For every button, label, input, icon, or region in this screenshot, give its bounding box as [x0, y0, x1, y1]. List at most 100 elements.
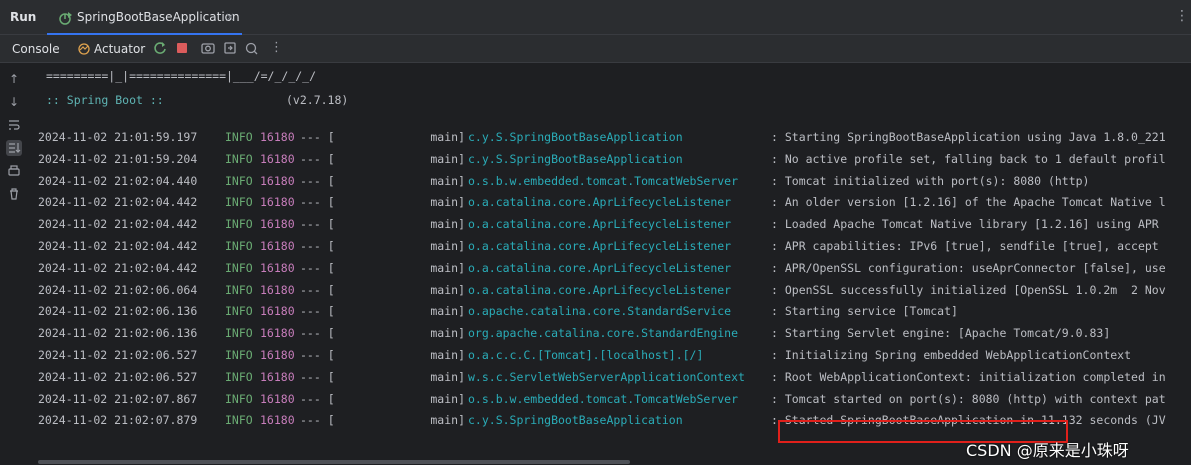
log-pid: 16180 [260, 173, 295, 188]
log-separator: --- [ [300, 195, 335, 210]
log-timestamp: 2024-11-02 21:02:06.527 [38, 369, 198, 384]
log-level: INFO [225, 348, 253, 362]
toolbar-more-icon[interactable]: ⋮ [270, 40, 283, 55]
tab-console[interactable]: Console [12, 42, 60, 56]
log-logger: c.y.S.SpringBootBaseApplication [468, 413, 683, 428]
log-separator: --- [ [300, 217, 335, 232]
horizontal-scrollbar[interactable] [38, 460, 630, 464]
log-message: : Starting SpringBootBaseApplication usi… [771, 130, 1166, 144]
log-logger: w.s.c.ServletWebServerApplicationContext [468, 369, 745, 384]
trash-icon[interactable] [6, 186, 22, 202]
log-pid: 16180 [260, 391, 295, 406]
rerun-icon[interactable] [152, 40, 168, 56]
log-pid: 16180 [260, 304, 295, 319]
log-message: : OpenSSL successfully initialized [Open… [771, 282, 1166, 297]
log-message: : Initializing Spring embedded WebApplic… [771, 348, 1132, 362]
log-line: 2024-11-02 21:02:04.442 INFO 16180 --- [mai… [38, 239, 1191, 257]
log-separator: --- [ [300, 151, 335, 166]
tab-label: SpringBootBaseApplication [77, 10, 240, 24]
log-line: 2024-11-02 21:01:59.204 INFO 16180 --- [mai… [38, 152, 1191, 170]
log-line: 2024-11-02 21:02:04.442 INFO 16180 --- [mai… [38, 217, 1191, 235]
log-separator: --- [ [300, 304, 335, 319]
log-logger: o.a.catalina.core.AprLifecycleListener [468, 239, 732, 253]
print-icon[interactable] [6, 163, 22, 179]
log-message: : Starting service [Tomcat] [771, 304, 958, 319]
tab-actuator[interactable]: Actuator [78, 42, 145, 56]
log-line: 2024-11-02 21:02:06.136 INFO 16180 --- [mai… [38, 326, 1191, 344]
scroll-up-icon[interactable]: ↑ [6, 71, 22, 87]
log-level: INFO [225, 151, 253, 166]
log-pid: 16180 [260, 130, 295, 144]
scroll-to-end-icon[interactable] [6, 140, 22, 156]
log-logger: o.s.b.w.embedded.tomcat.TomcatWebServer [468, 173, 739, 188]
log-timestamp: 2024-11-02 21:02:04.442 [38, 260, 198, 275]
log-separator: --- [ [300, 239, 335, 253]
screenshot-icon[interactable] [200, 40, 216, 56]
log-level: INFO [225, 413, 253, 428]
log-thread: main] [430, 173, 465, 188]
log-timestamp: 2024-11-02 21:02:07.867 [38, 391, 198, 406]
log-pid: 16180 [260, 413, 295, 428]
log-thread: main] [430, 282, 465, 297]
log-pid: 16180 [260, 282, 295, 297]
log-timestamp: 2024-11-02 21:02:06.064 [38, 282, 198, 297]
close-icon[interactable]: × [225, 10, 235, 24]
log-thread: main] [430, 217, 465, 232]
log-message: : No active profile set, falling back to… [771, 151, 1166, 166]
log-logger: o.a.catalina.core.AprLifecycleListener [468, 217, 732, 232]
log-level: INFO [225, 217, 253, 232]
tab-spring-boot-base-application[interactable]: SpringBootBaseApplication × [47, 0, 242, 35]
soft-wrap-icon[interactable] [6, 117, 22, 133]
log-logger: o.apache.catalina.core.StandardService [468, 304, 732, 319]
log-thread: main] [430, 151, 465, 166]
log-line: 2024-11-02 21:02:06.527 INFO 16180 --- [mai… [38, 370, 1191, 388]
console-output[interactable]: =========|_|==============|___/=/_/_/_/ … [28, 63, 1191, 465]
log-line: 2024-11-02 21:02:06.064 INFO 16180 --- [mai… [38, 283, 1191, 301]
log-line: 2024-11-02 21:01:59.197 INFO 16180 --- [mai… [38, 130, 1191, 148]
restore-layout-icon[interactable] [222, 40, 238, 56]
log-message: : Starting Servlet engine: [Apache Tomca… [771, 326, 1111, 341]
log-separator: --- [ [300, 130, 335, 144]
log-separator: --- [ [300, 260, 335, 275]
actuator-icon [78, 43, 90, 55]
log-timestamp: 2024-11-02 21:02:04.442 [38, 239, 198, 253]
log-logger: o.a.c.c.C.[Tomcat].[localhost].[/] [468, 348, 704, 362]
log-separator: --- [ [300, 369, 335, 384]
actuator-label: Actuator [94, 42, 146, 56]
log-level: INFO [225, 326, 253, 341]
log-level: INFO [225, 369, 253, 384]
log-thread: main] [430, 304, 465, 319]
log-message: : An older version [1.2.16] of the Apach… [771, 195, 1166, 210]
log-separator: --- [ [300, 391, 335, 406]
log-thread: main] [430, 130, 465, 144]
log-level: INFO [225, 260, 253, 275]
log-logger: org.apache.catalina.core.StandardEngine [468, 326, 739, 341]
log-line: 2024-11-02 21:02:07.867 INFO 16180 --- [mai… [38, 392, 1191, 410]
log-timestamp: 2024-11-02 21:02:06.136 [38, 326, 198, 341]
log-message: : Tomcat started on port(s): 8080 (http)… [771, 391, 1166, 406]
log-pid: 16180 [260, 348, 295, 362]
log-thread: main] [430, 260, 465, 275]
log-pid: 16180 [260, 239, 295, 253]
log-line: 2024-11-02 21:02:04.442 INFO 16180 --- [ mai… [38, 261, 1191, 279]
log-level: INFO [225, 173, 253, 188]
scroll-down-icon[interactable]: ↓ [6, 94, 22, 110]
log-message: : Root WebApplicationContext: initializa… [771, 369, 1166, 384]
log-pid: 16180 [260, 260, 295, 275]
spring-boot-run-icon [59, 12, 72, 25]
log-level: INFO [225, 239, 253, 253]
more-options-icon[interactable]: ⋮ [1175, 8, 1189, 24]
log-logger: o.a.catalina.core.AprLifecycleListener [468, 260, 732, 275]
run-label: Run [10, 10, 37, 24]
log-timestamp: 2024-11-02 21:02:04.442 [38, 195, 198, 210]
watermark: CSDN @原来是小珠呀 [966, 441, 1129, 460]
log-logger: o.a.catalina.core.AprLifecycleListener [468, 195, 732, 210]
log-pid: 16180 [260, 195, 295, 210]
log-level: INFO [225, 282, 253, 297]
log-thread: main] [430, 195, 465, 210]
stop-icon[interactable] [174, 40, 190, 56]
log-pid: 16180 [260, 326, 295, 341]
run-tool-window-header: Run SpringBootBaseApplication × ⋮ [0, 0, 1191, 35]
log-level: INFO [225, 130, 253, 144]
settings-search-icon[interactable] [244, 40, 260, 56]
